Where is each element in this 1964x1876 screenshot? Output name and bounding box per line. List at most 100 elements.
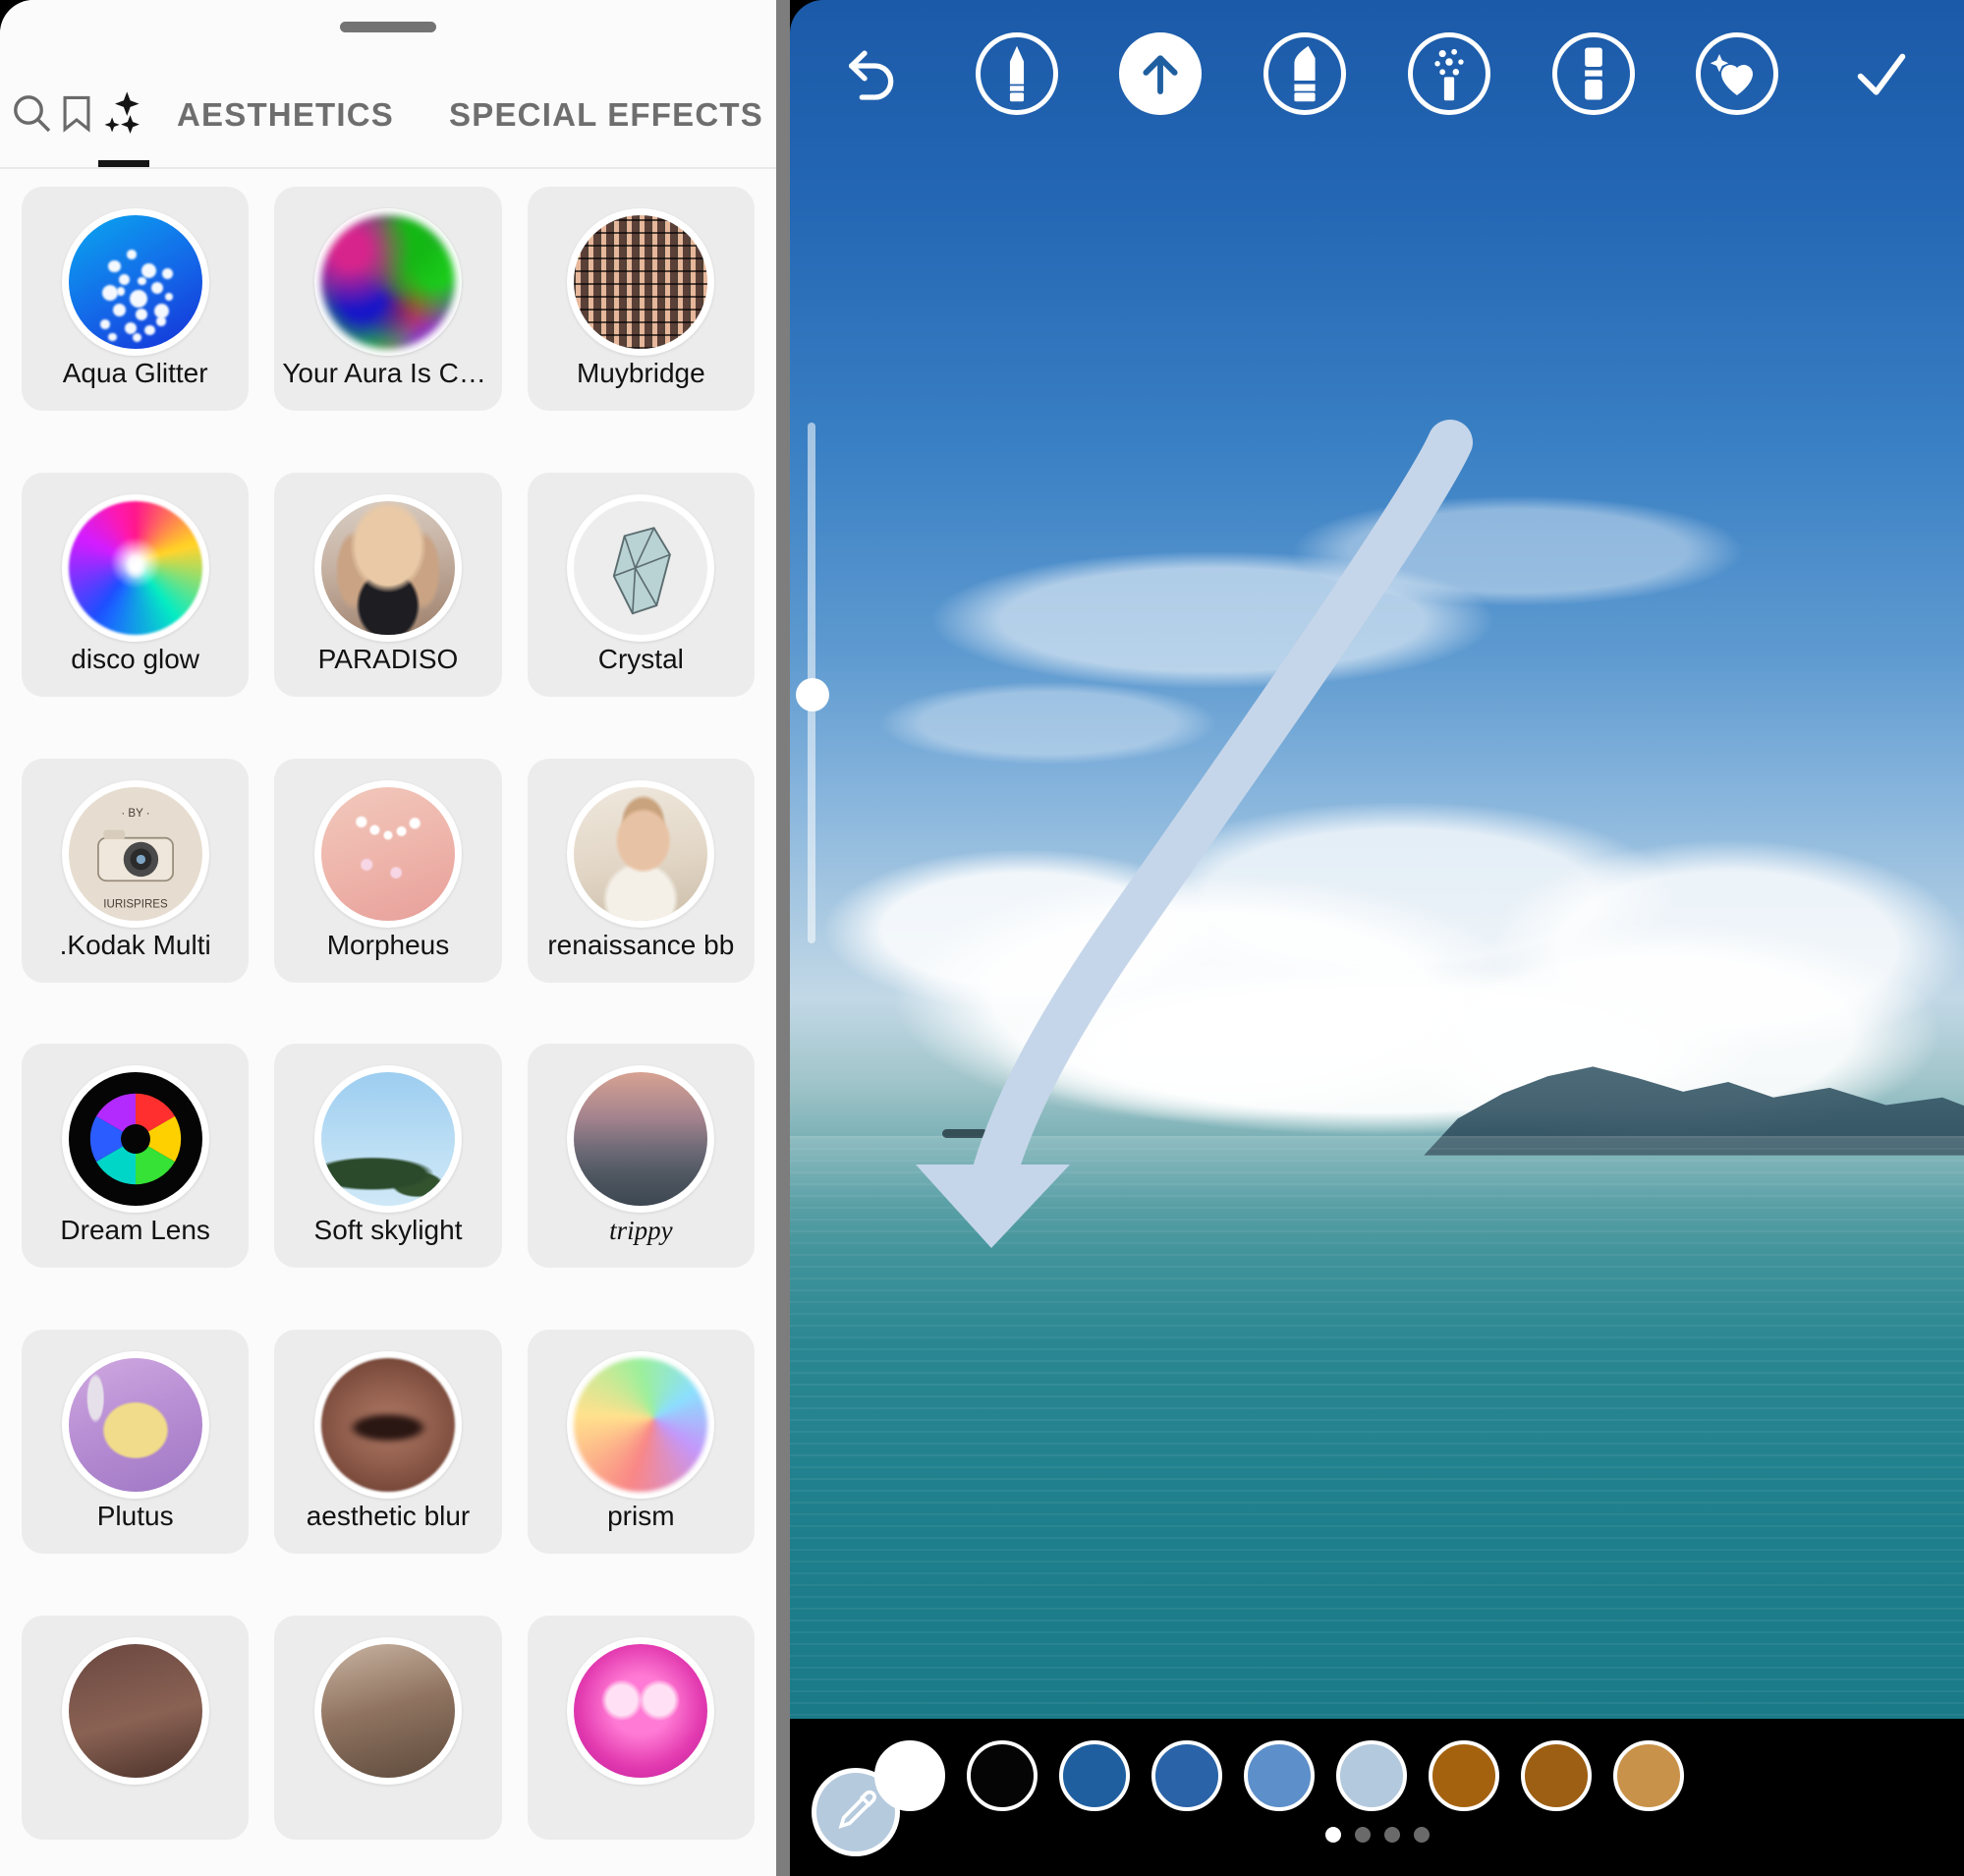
filter-card[interactable]: Aqua Glitter [22,187,250,411]
screen: AESTHETICS SPECIAL EFFECTS Aqua Glitter Y… [0,0,1964,1876]
done-button[interactable] [1834,27,1929,121]
filter-label: PARADISO [317,643,459,674]
filter-thumbnail-ring [567,779,715,928]
brush-size-knob[interactable] [796,678,829,711]
color-swatch-brown[interactable] [1429,1740,1499,1811]
photo-canvas[interactable] [790,0,1964,1722]
filter-picker-sheet: AESTHETICS SPECIAL EFFECTS Aqua Glitter Y… [0,0,776,1876]
filter-card[interactable]: Morpheus [274,758,502,983]
eraser-button[interactable] [1546,27,1641,121]
filter-card[interactable]: Muybridge [527,187,755,411]
filter-thumbnail [574,1072,708,1207]
color-swatch-navy-blue[interactable] [1059,1740,1130,1811]
palette-page-dot[interactable] [1383,1827,1400,1843]
tab-special-effects[interactable]: SPECIAL EFFECTS [421,61,776,169]
glitter-dot [132,332,142,343]
filter-card[interactable]: aesthetic blur [274,1330,502,1555]
palette-page-dot[interactable] [1324,1827,1341,1843]
filter-thumbnail: · BY · IURISPIRES [68,786,202,921]
crystal-icon [613,526,672,615]
arrow-up-icon [1134,47,1187,100]
color-swatch-white[interactable] [874,1740,945,1811]
filter-label: .Kodak Multi [59,929,211,960]
color-swatch-dark-brown[interactable] [1521,1740,1592,1811]
filter-thumbnail-ring [313,779,462,928]
filter-card[interactable]: disco glow [22,472,250,697]
filter-card[interactable]: Dream Lens [22,1044,250,1269]
filter-thumbnail-ring [61,1065,209,1214]
filter-label: Dream Lens [60,1215,210,1246]
filter-card[interactable]: Crystal [527,472,755,697]
filter-thumbnail-ring [567,493,715,642]
svg-text:IURISPIRES: IURISPIRES [103,898,168,910]
filter-label: Soft skylight [313,1215,463,1246]
photo-editor [776,0,1964,1876]
filter-thumbnail-ring [313,1637,462,1786]
glitter-dot [138,276,146,285]
filter-card[interactable]: Your Aura Is Chan... [274,187,502,411]
color-swatch-blue[interactable] [1151,1740,1222,1811]
color-swatch-tan[interactable] [1613,1740,1684,1811]
filter-card[interactable]: Soft skylight [274,1044,502,1269]
filter-label: disco glow [71,643,200,674]
filter-thumbnail [574,500,708,635]
undo-icon [841,42,904,105]
filter-label: Morpheus [326,929,450,960]
filter-card[interactable] [274,1616,502,1841]
filter-thumbnail [68,1358,202,1493]
tab-search[interactable] [8,61,55,169]
filter-card[interactable]: · BY · IURISPIRES .Kodak Multi [22,758,250,983]
glitter-dot [161,268,173,280]
palette-page-dots [1324,1827,1430,1843]
sheet-drag-handle[interactable] [340,22,436,32]
filter-card[interactable]: Plutus [22,1330,250,1555]
color-swatch-medium-blue[interactable] [1244,1740,1315,1811]
panel-divider [776,0,790,1876]
pen-button[interactable] [970,27,1064,121]
palette-page-dot[interactable] [1413,1827,1430,1843]
glitter-button[interactable] [1402,27,1496,121]
glitter-dot [119,273,131,285]
filter-card[interactable]: trippy [527,1044,755,1269]
glitter-dot [124,321,137,335]
svg-text:· BY ·: · BY · [121,808,149,820]
tab-aesthetics[interactable]: AESTHETICS [149,61,421,169]
filter-label: prism [607,1501,675,1532]
filter-label: Aqua Glitter [62,358,208,388]
glitter-dot [150,282,164,295]
glitter-dot [156,316,166,326]
palette-page-dot[interactable] [1354,1827,1371,1843]
filter-thumbnail-ring [313,493,462,642]
sparkles-icon [98,87,149,143]
marker-button[interactable] [1258,27,1352,121]
filter-label: Crystal [597,643,684,674]
filter-label: aesthetic blur [306,1501,471,1532]
color-swatch-light-blue[interactable] [1336,1740,1407,1811]
filter-card[interactable]: PARADISO [274,472,502,697]
filter-thumbnail-ring [61,493,209,642]
arrow-button[interactable] [1113,27,1207,121]
tab-saved[interactable] [55,61,98,169]
tab-effects[interactable] [98,61,149,169]
color-swatch-black[interactable] [967,1740,1038,1811]
photo-boat [942,1129,988,1139]
filter-card[interactable] [22,1616,250,1841]
undo-button[interactable] [825,27,920,121]
filter-card[interactable]: prism [527,1330,755,1555]
filter-thumbnail-ring: · BY · IURISPIRES [61,779,209,928]
aperture-icon [89,1094,181,1185]
glitter-dot [116,287,125,296]
filter-tabbar: AESTHETICS SPECIAL EFFECTS [0,61,776,169]
glitter-dot [164,292,173,302]
filter-thumbnail [320,215,455,349]
filter-thumbnail-ring [567,1637,715,1786]
glitter-dot [101,284,118,302]
eyedropper-icon [833,1788,878,1838]
filter-card[interactable]: renaissance bb [527,758,755,983]
filter-thumbnail-ring [567,1065,715,1214]
neon-button[interactable] [1690,27,1784,121]
filter-card[interactable] [527,1616,755,1841]
sheet-header: AESTHETICS SPECIAL EFFECTS [0,0,776,169]
tab-aesthetics-label: AESTHETICS [177,96,395,133]
glitter-dot [108,260,121,273]
